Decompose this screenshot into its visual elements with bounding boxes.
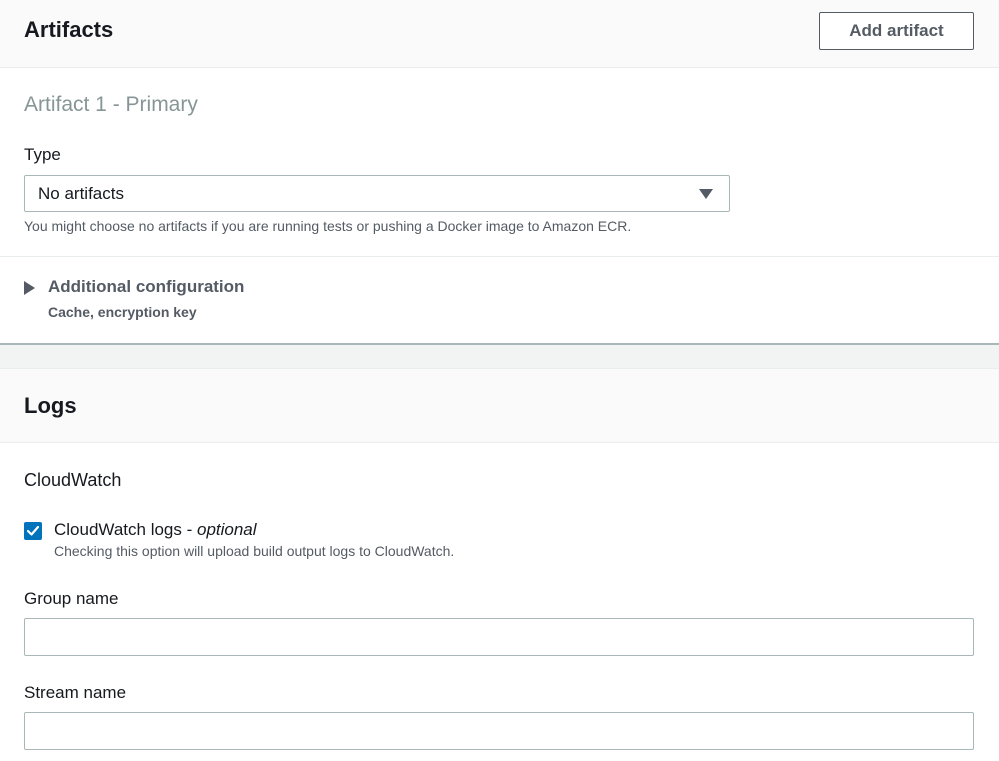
cloudwatch-logs-checkbox[interactable] (24, 522, 42, 540)
type-hint: You might choose no artifacts if you are… (24, 218, 632, 234)
type-select[interactable]: No artifacts (24, 175, 730, 212)
checkmark-icon (26, 525, 40, 536)
divider (0, 256, 999, 257)
group-name-label: Group name (24, 589, 119, 608)
cloudwatch-logs-label: CloudWatch logs - optional (54, 520, 257, 540)
cloudwatch-logs-label-separator: - (181, 520, 197, 539)
add-artifact-button[interactable]: Add artifact (819, 12, 974, 50)
artifacts-title: Artifacts (24, 17, 114, 42)
artifacts-header: Artifacts Add artifact (0, 0, 999, 68)
logs-header (0, 368, 999, 443)
stream-name-input[interactable] (24, 712, 974, 750)
optional-tag: optional (196, 520, 257, 539)
type-select-value: No artifacts (38, 184, 124, 203)
caret-down-icon (699, 189, 713, 199)
section-gap (0, 343, 999, 368)
artifact-1-title: Artifact 1 - Primary (24, 93, 198, 116)
cloudwatch-logs-description: Checking this option will upload build o… (54, 543, 455, 559)
additional-configuration-description: Cache, encryption key (48, 304, 197, 320)
additional-configuration-title: Additional configuration (48, 277, 245, 296)
type-label: Type (24, 145, 61, 164)
cloudwatch-logs-label-text: CloudWatch logs (54, 520, 182, 539)
logs-title: Logs (24, 393, 77, 418)
cloudwatch-heading: CloudWatch (24, 470, 122, 490)
group-name-input[interactable] (24, 618, 974, 656)
caret-right-icon (24, 281, 35, 295)
stream-name-label: Stream name (24, 683, 127, 702)
